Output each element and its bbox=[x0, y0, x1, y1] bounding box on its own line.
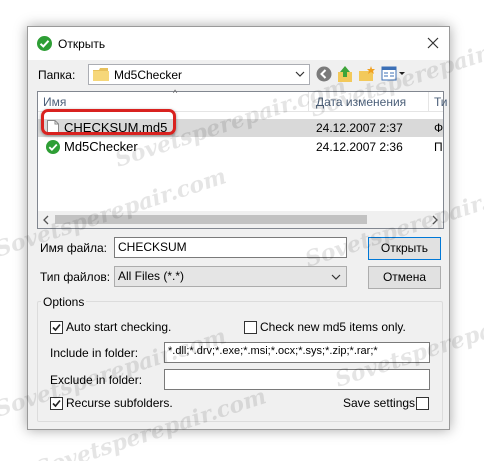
filename-input[interactable]: CHECKSUM bbox=[114, 237, 347, 258]
scroll-right-icon[interactable] bbox=[431, 214, 439, 228]
folder-label: Папка: bbox=[38, 68, 76, 82]
check-new-label: Check new md5 items only. bbox=[260, 320, 406, 334]
filetype-value: All Files (*.*) bbox=[118, 269, 185, 283]
recurse-label: Recurse subfolders. bbox=[66, 396, 173, 410]
view-menu-icon[interactable] bbox=[381, 65, 407, 83]
file-type: Ф bbox=[434, 121, 444, 135]
column-date[interactable]: Дата изменения bbox=[316, 95, 406, 109]
folder-value: Md5Checker bbox=[114, 68, 183, 82]
filename-label: Имя файла: bbox=[40, 241, 107, 255]
include-label: Include in folder: bbox=[50, 346, 139, 360]
file-date: 24.12.2007 2:36 bbox=[316, 140, 403, 154]
md5checker-app-icon bbox=[46, 140, 60, 157]
title-bar: Открыть bbox=[28, 27, 449, 60]
folder-icon bbox=[93, 68, 109, 81]
chevron-down-icon bbox=[294, 68, 306, 80]
check-new-checkbox[interactable] bbox=[244, 321, 257, 334]
column-type[interactable]: Ти bbox=[434, 95, 448, 109]
open-button[interactable]: Открыть bbox=[368, 237, 441, 260]
folder-select[interactable]: Md5Checker bbox=[88, 64, 310, 85]
horizontal-scrollbar[interactable] bbox=[38, 211, 443, 228]
auto-start-checkbox[interactable] bbox=[50, 321, 63, 334]
new-folder-icon[interactable] bbox=[358, 65, 376, 83]
open-dialog: Открыть Папка: Md5Checker Имя ^ Дата изм… bbox=[27, 26, 450, 430]
sort-up-icon: ^ bbox=[173, 88, 178, 98]
column-separator[interactable] bbox=[308, 92, 309, 112]
filetype-select[interactable]: All Files (*.*) bbox=[114, 266, 347, 287]
file-name: Md5Checker bbox=[64, 139, 138, 154]
recurse-checkbox[interactable] bbox=[50, 397, 63, 410]
save-settings-label: Save settings. bbox=[343, 396, 419, 410]
file-row[interactable]: Md5Checker 24.12.2007 2:36 П bbox=[38, 138, 443, 156]
close-icon[interactable] bbox=[423, 33, 443, 53]
column-separator[interactable] bbox=[428, 92, 429, 112]
save-settings-checkbox[interactable] bbox=[416, 397, 429, 410]
filetype-label: Тип файлов: bbox=[40, 270, 111, 284]
cancel-button[interactable]: Отмена bbox=[368, 266, 441, 289]
exclude-input[interactable] bbox=[164, 369, 430, 390]
app-check-icon bbox=[37, 36, 52, 51]
scroll-thumb[interactable] bbox=[55, 215, 367, 224]
folder-up-icon[interactable] bbox=[336, 65, 354, 83]
back-icon[interactable] bbox=[315, 65, 333, 83]
auto-start-label: Auto start checking. bbox=[66, 320, 172, 334]
chevron-down-icon bbox=[330, 271, 342, 286]
dialog-title: Открыть bbox=[58, 37, 106, 51]
scroll-left-icon[interactable] bbox=[42, 214, 50, 228]
options-title: Options bbox=[41, 295, 87, 309]
file-date: 24.12.2007 2:37 bbox=[316, 121, 403, 135]
exclude-label: Exclude in folder: bbox=[50, 373, 143, 387]
file-type: П bbox=[434, 140, 443, 154]
selection-highlight-outline bbox=[41, 109, 176, 135]
column-name[interactable]: Имя bbox=[43, 95, 66, 109]
include-input[interactable]: *.dll;*.drv;*.exe;*.msi;*.ocx;*.sys;*.zi… bbox=[164, 342, 430, 363]
